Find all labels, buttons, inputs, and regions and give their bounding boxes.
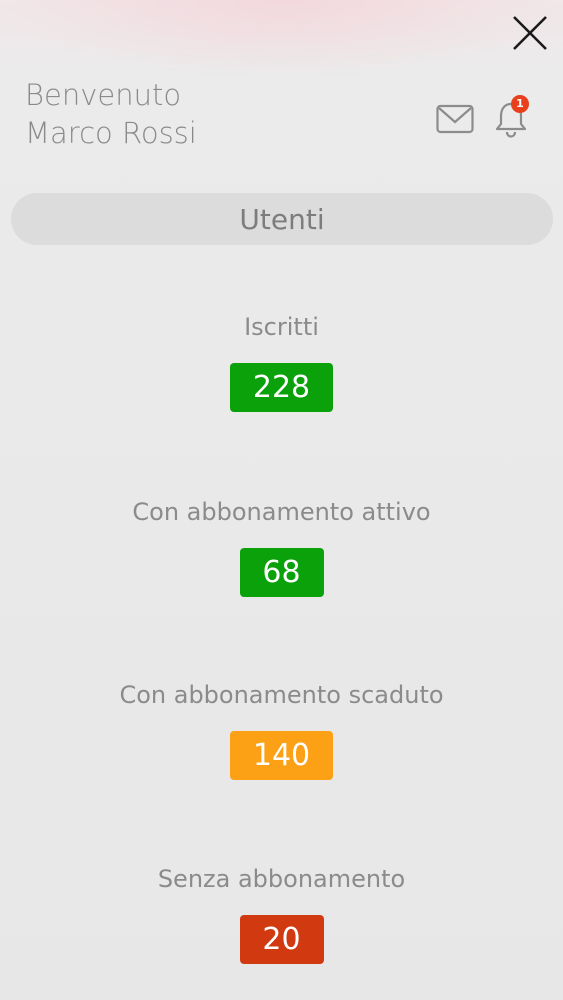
welcome-greeting: Benvenuto — [25, 78, 182, 112]
section-title: Utenti — [239, 202, 325, 236]
messages-button[interactable] — [436, 104, 474, 134]
stat-label: Con abbonamento scaduto — [119, 681, 444, 709]
notification-badge: 1 — [511, 95, 529, 113]
stat-active-subscription: Con abbonamento attivo 68 — [0, 497, 563, 597]
stat-value-badge[interactable]: 228 — [230, 363, 333, 412]
user-name: Marco Rossi — [25, 116, 197, 150]
close-icon — [513, 16, 547, 50]
stat-value-badge[interactable]: 68 — [239, 548, 324, 597]
stat-value-badge[interactable]: 140 — [230, 731, 333, 780]
mail-icon — [436, 104, 474, 134]
stat-label: Con abbonamento attivo — [132, 498, 431, 526]
stat-label: Senza abbonamento — [157, 865, 406, 893]
stat-no-subscription: Senza abbonamento 20 — [0, 864, 563, 964]
users-panel: Benvenuto Marco Rossi 1 Utenti Iscritti … — [0, 0, 563, 1000]
stat-value-badge[interactable]: 20 — [239, 915, 324, 964]
stat-iscritti: Iscritti 228 — [0, 312, 563, 412]
welcome-text: Benvenuto Marco Rossi — [25, 76, 197, 152]
notifications-button[interactable]: 1 — [493, 95, 529, 138]
stat-label: Iscritti — [244, 313, 319, 341]
section-title-bar: Utenti — [11, 193, 553, 245]
close-button[interactable] — [511, 14, 549, 52]
stat-expired-subscription: Con abbonamento scaduto 140 — [0, 680, 563, 780]
